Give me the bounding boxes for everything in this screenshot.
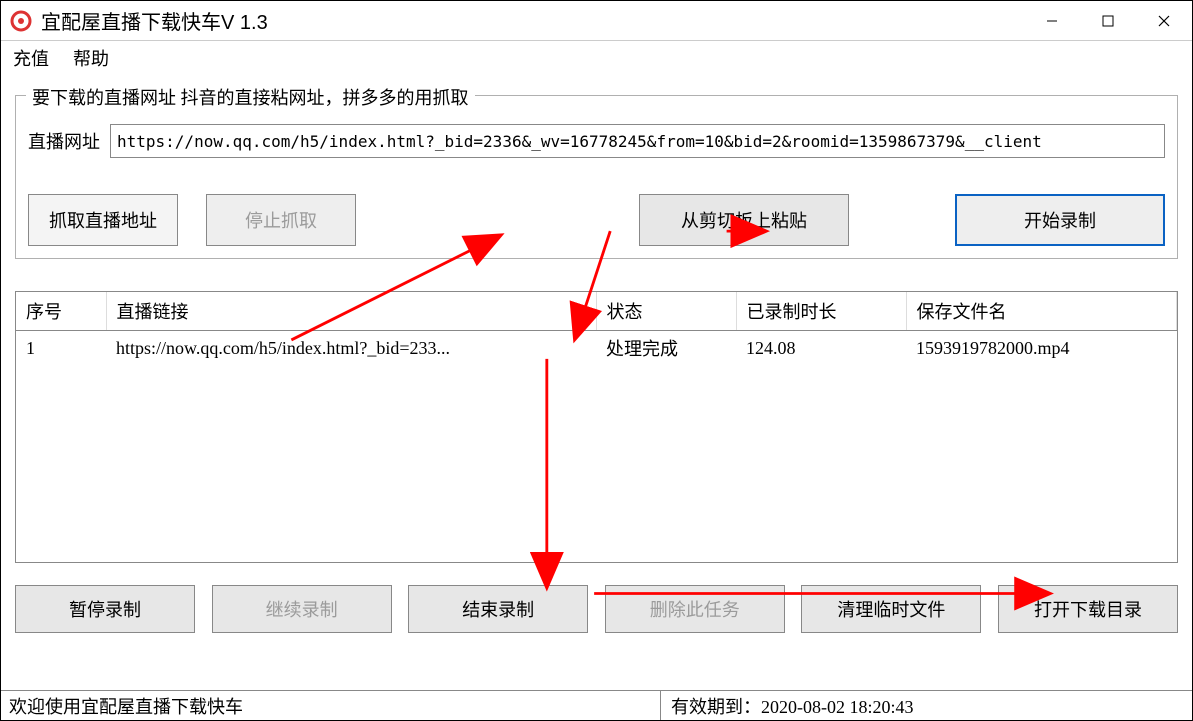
th-no[interactable]: 序号	[16, 292, 106, 331]
url-input[interactable]	[110, 124, 1165, 158]
pause-record-button[interactable]: 暂停录制	[15, 585, 195, 633]
cell-duration: 124.08	[736, 331, 906, 366]
content: 要下载的直播网址 抖音的直接粘网址，拼多多的用抓取 直播网址 抓取直播地址 停止…	[1, 75, 1192, 690]
statusbar: 欢迎使用宜配屋直播下载快车 有效期到：2020-08-02 18:20:43	[1, 690, 1192, 720]
url-label: 直播网址	[28, 128, 100, 154]
open-dir-button[interactable]: 打开下载目录	[998, 585, 1178, 633]
close-button[interactable]	[1136, 1, 1192, 41]
status-expiry-value: 2020-08-02 18:20:43	[761, 697, 914, 717]
task-table[interactable]: 序号 直播链接 状态 已录制时长 保存文件名 1 https://now.qq.…	[15, 291, 1178, 563]
th-link[interactable]: 直播链接	[106, 292, 596, 331]
th-duration[interactable]: 已录制时长	[736, 292, 906, 331]
cell-no: 1	[16, 331, 106, 366]
titlebar: 宜配屋直播下载快车V 1.3	[1, 1, 1192, 41]
minimize-button[interactable]	[1024, 1, 1080, 41]
table-header-row: 序号 直播链接 状态 已录制时长 保存文件名	[16, 292, 1177, 331]
end-record-button[interactable]: 结束录制	[408, 585, 588, 633]
paste-button[interactable]: 从剪切板上粘贴	[639, 194, 849, 246]
clear-temp-button[interactable]: 清理临时文件	[801, 585, 981, 633]
window-title: 宜配屋直播下载快车V 1.3	[41, 6, 268, 35]
top-button-row: 抓取直播地址 停止抓取 从剪切板上粘贴 开始录制	[28, 194, 1165, 246]
url-fieldset: 要下载的直播网址 抖音的直接粘网址，拼多多的用抓取 直播网址 抓取直播地址 停止…	[15, 95, 1178, 259]
stop-capture-button[interactable]: 停止抓取	[206, 194, 356, 246]
table-row[interactable]: 1 https://now.qq.com/h5/index.html?_bid=…	[16, 331, 1177, 366]
resume-record-button[interactable]: 继续录制	[212, 585, 392, 633]
start-record-button[interactable]: 开始录制	[955, 194, 1165, 246]
status-expiry: 有效期到：2020-08-02 18:20:43	[661, 693, 914, 719]
delete-task-button[interactable]: 删除此任务	[605, 585, 785, 633]
bottom-button-row: 暂停录制 继续录制 结束录制 删除此任务 清理临时文件 打开下载目录	[15, 585, 1178, 633]
url-row: 直播网址	[28, 124, 1165, 158]
cell-status: 处理完成	[596, 331, 736, 366]
th-status[interactable]: 状态	[596, 292, 736, 331]
menu-recharge[interactable]: 充值	[13, 45, 49, 71]
fieldset-legend: 要下载的直播网址 抖音的直接粘网址，拼多多的用抓取	[26, 84, 475, 110]
maximize-button[interactable]	[1080, 1, 1136, 41]
status-expiry-label: 有效期到：	[671, 697, 761, 717]
menu-help[interactable]: 帮助	[73, 45, 109, 71]
cell-link: https://now.qq.com/h5/index.html?_bid=23…	[106, 331, 596, 366]
status-welcome: 欢迎使用宜配屋直播下载快车	[1, 691, 661, 720]
cell-filename: 1593919782000.mp4	[906, 331, 1177, 366]
app-icon	[9, 9, 33, 33]
capture-button[interactable]: 抓取直播地址	[28, 194, 178, 246]
th-filename[interactable]: 保存文件名	[906, 292, 1177, 331]
menubar: 充值 帮助	[1, 41, 1192, 75]
